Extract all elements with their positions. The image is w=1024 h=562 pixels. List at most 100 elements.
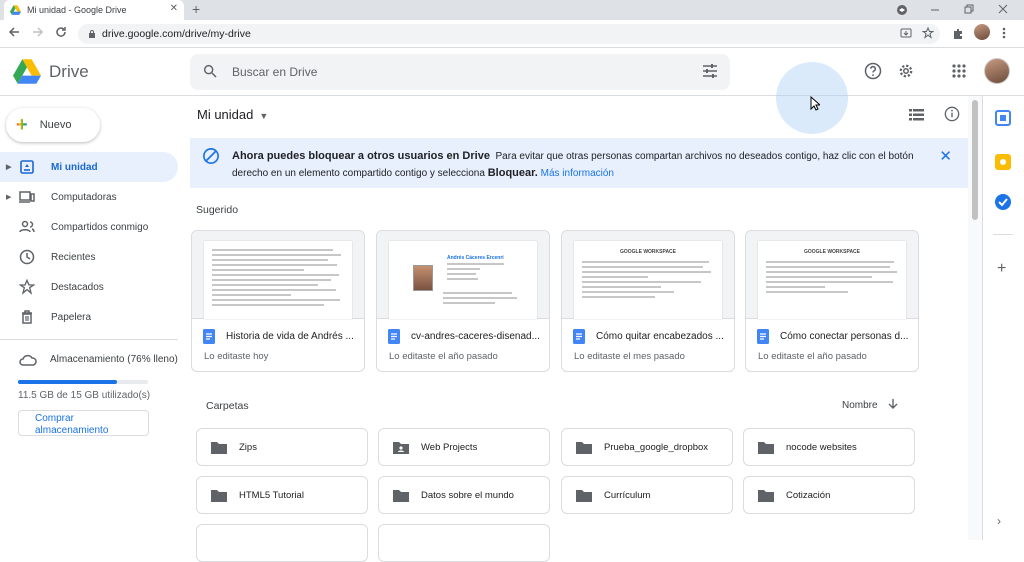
folder-item[interactable]: Web Projects xyxy=(378,428,550,466)
file-thumbnail: GOOGLE WORKSPACE xyxy=(746,231,918,319)
drive-favicon-icon xyxy=(10,5,21,15)
plus-icon: + xyxy=(16,113,28,136)
add-addon-icon[interactable]: + xyxy=(997,260,1006,278)
tab-close-icon[interactable]: ✕ xyxy=(170,3,178,14)
banner-close-icon[interactable]: ✕ xyxy=(939,147,952,165)
file-thumbnail: Andrés Cáceres Ercenri xyxy=(377,231,549,319)
sidebar-item-shared[interactable]: Compartidos conmigo xyxy=(0,212,178,242)
folder-item[interactable] xyxy=(378,524,550,562)
info-icon[interactable] xyxy=(944,106,960,122)
list-view-icon[interactable] xyxy=(909,108,924,122)
block-users-banner: Ahora puedes bloquear a otros usuarios e… xyxy=(190,138,968,188)
tasks-icon[interactable] xyxy=(995,194,1011,210)
sort-name-button[interactable]: Nombre xyxy=(842,398,898,411)
sidebar-item-computers[interactable]: ▶ Computadoras xyxy=(0,182,178,212)
shared-folder-icon xyxy=(393,442,409,454)
folder-item[interactable]: HTML5 Tutorial xyxy=(196,476,368,514)
file-edited-text: Lo editaste el año pasado xyxy=(758,351,867,362)
clock-icon xyxy=(19,249,35,265)
extensions-icon[interactable] xyxy=(952,27,964,39)
google-docs-icon xyxy=(388,329,400,344)
google-docs-icon xyxy=(203,329,215,344)
arrow-down-icon[interactable] xyxy=(888,398,898,410)
forward-icon[interactable] xyxy=(32,26,44,38)
browser-tab-strip: Mi unidad - Google Drive ✕ + xyxy=(0,0,1024,20)
folder-item[interactable]: Datos sobre el mundo xyxy=(378,476,550,514)
sidebar-item-starred[interactable]: Destacados xyxy=(0,272,178,302)
folder-icon xyxy=(758,490,774,502)
url-bar[interactable]: drive.google.com/drive/my-drive xyxy=(78,24,940,44)
folder-name: Web Projects xyxy=(421,441,478,453)
folder-name: HTML5 Tutorial xyxy=(239,489,304,501)
minimize-icon[interactable] xyxy=(930,5,940,15)
folder-item[interactable] xyxy=(196,524,368,562)
cv-photo xyxy=(413,265,433,291)
doc-preview: Andrés Cáceres Ercenri xyxy=(389,241,537,319)
chevron-right-icon[interactable]: › xyxy=(997,514,1001,528)
chevron-down-icon[interactable]: ▼ xyxy=(259,111,268,121)
side-panel-divider xyxy=(993,234,1013,235)
scrollbar-thumb[interactable] xyxy=(972,100,978,220)
help-icon[interactable] xyxy=(864,62,882,80)
file-edited-text: Lo editaste el año pasado xyxy=(389,351,498,362)
suggested-file-card[interactable]: Andrés Cáceres Ercenri cv-andres-caceres… xyxy=(376,230,550,372)
file-name: cv-andres-caceres-disenad... xyxy=(411,331,540,342)
suggested-file-card[interactable]: GOOGLE WORKSPACE Cómo conectar personas … xyxy=(745,230,919,372)
search-options-icon[interactable] xyxy=(702,63,718,79)
suggested-file-card[interactable]: Historia de vida de Andrés ... Lo editas… xyxy=(191,230,365,372)
drive-logo-icon[interactable] xyxy=(13,59,41,84)
breadcrumb[interactable]: Mi unidad ▼ xyxy=(197,107,268,122)
my-drive-icon xyxy=(20,160,34,174)
page-title: Mi unidad xyxy=(197,107,254,122)
keep-icon[interactable] xyxy=(995,154,1011,170)
url-text: drive.google.com/drive/my-drive xyxy=(102,28,251,40)
storage-bar xyxy=(18,380,148,384)
folder-item[interactable]: Zips xyxy=(196,428,368,466)
folder-item[interactable]: Currículum xyxy=(561,476,733,514)
new-tab-button[interactable]: + xyxy=(192,1,200,17)
calendar-icon[interactable] xyxy=(995,110,1011,126)
sidebar-item-my-drive[interactable]: ▶ Mi unidad xyxy=(0,152,178,182)
new-button-label: Nuevo xyxy=(39,119,72,131)
folder-item[interactable]: Cotización xyxy=(743,476,915,514)
file-edited-text: Lo editaste hoy xyxy=(204,351,269,362)
reload-icon[interactable] xyxy=(55,26,67,38)
banner-learn-more-link[interactable]: Más información xyxy=(541,168,614,179)
folder-icon xyxy=(576,490,592,502)
sidebar-item-trash[interactable]: Papelera xyxy=(0,302,178,332)
folder-name: Cotización xyxy=(786,489,831,501)
browser-tab[interactable]: Mi unidad - Google Drive ✕ xyxy=(4,0,184,20)
install-app-icon[interactable] xyxy=(900,27,912,39)
expand-arrow-icon[interactable]: ▶ xyxy=(6,163,11,171)
browser-profile-avatar[interactable] xyxy=(974,24,990,40)
sidebar-item-label: Destacados xyxy=(51,281,104,293)
expand-arrow-icon[interactable]: ▶ xyxy=(6,193,11,201)
folder-item[interactable]: nocode websites xyxy=(743,428,915,466)
back-icon[interactable] xyxy=(8,26,20,38)
folder-icon xyxy=(576,442,592,454)
computer-icon xyxy=(19,191,35,203)
search-icon[interactable] xyxy=(202,63,218,79)
apps-grid-icon[interactable] xyxy=(952,64,966,78)
doc-preview: GOOGLE WORKSPACE xyxy=(574,241,722,319)
sidebar-item-label: Recientes xyxy=(51,251,96,263)
folder-item[interactable]: Prueba_google_dropbox xyxy=(561,428,733,466)
restore-icon[interactable] xyxy=(964,4,974,14)
window-close-icon[interactable] xyxy=(998,4,1008,14)
sidebar-item-recent[interactable]: Recientes xyxy=(0,242,178,272)
profile-dot-icon[interactable] xyxy=(896,4,908,16)
star-icon xyxy=(19,279,35,295)
browser-menu-icon[interactable] xyxy=(1002,27,1006,39)
buy-storage-button[interactable]: Comprar almacenamiento xyxy=(18,410,149,436)
new-button[interactable]: + Nuevo xyxy=(6,108,100,142)
file-name: Historia de vida de Andrés ... xyxy=(226,331,354,342)
suggested-file-card[interactable]: GOOGLE WORKSPACE Cómo quitar encabezados… xyxy=(561,230,735,372)
folder-icon xyxy=(211,490,227,502)
address-bar-row: drive.google.com/drive/my-drive xyxy=(0,20,1024,48)
file-name: Cómo conectar personas d... xyxy=(780,331,909,342)
bookmark-star-icon[interactable] xyxy=(922,27,934,39)
account-avatar[interactable] xyxy=(984,58,1010,84)
search-box[interactable]: Buscar en Drive xyxy=(190,54,730,90)
settings-gear-icon[interactable] xyxy=(897,62,915,80)
side-panel: + › xyxy=(982,96,1024,540)
